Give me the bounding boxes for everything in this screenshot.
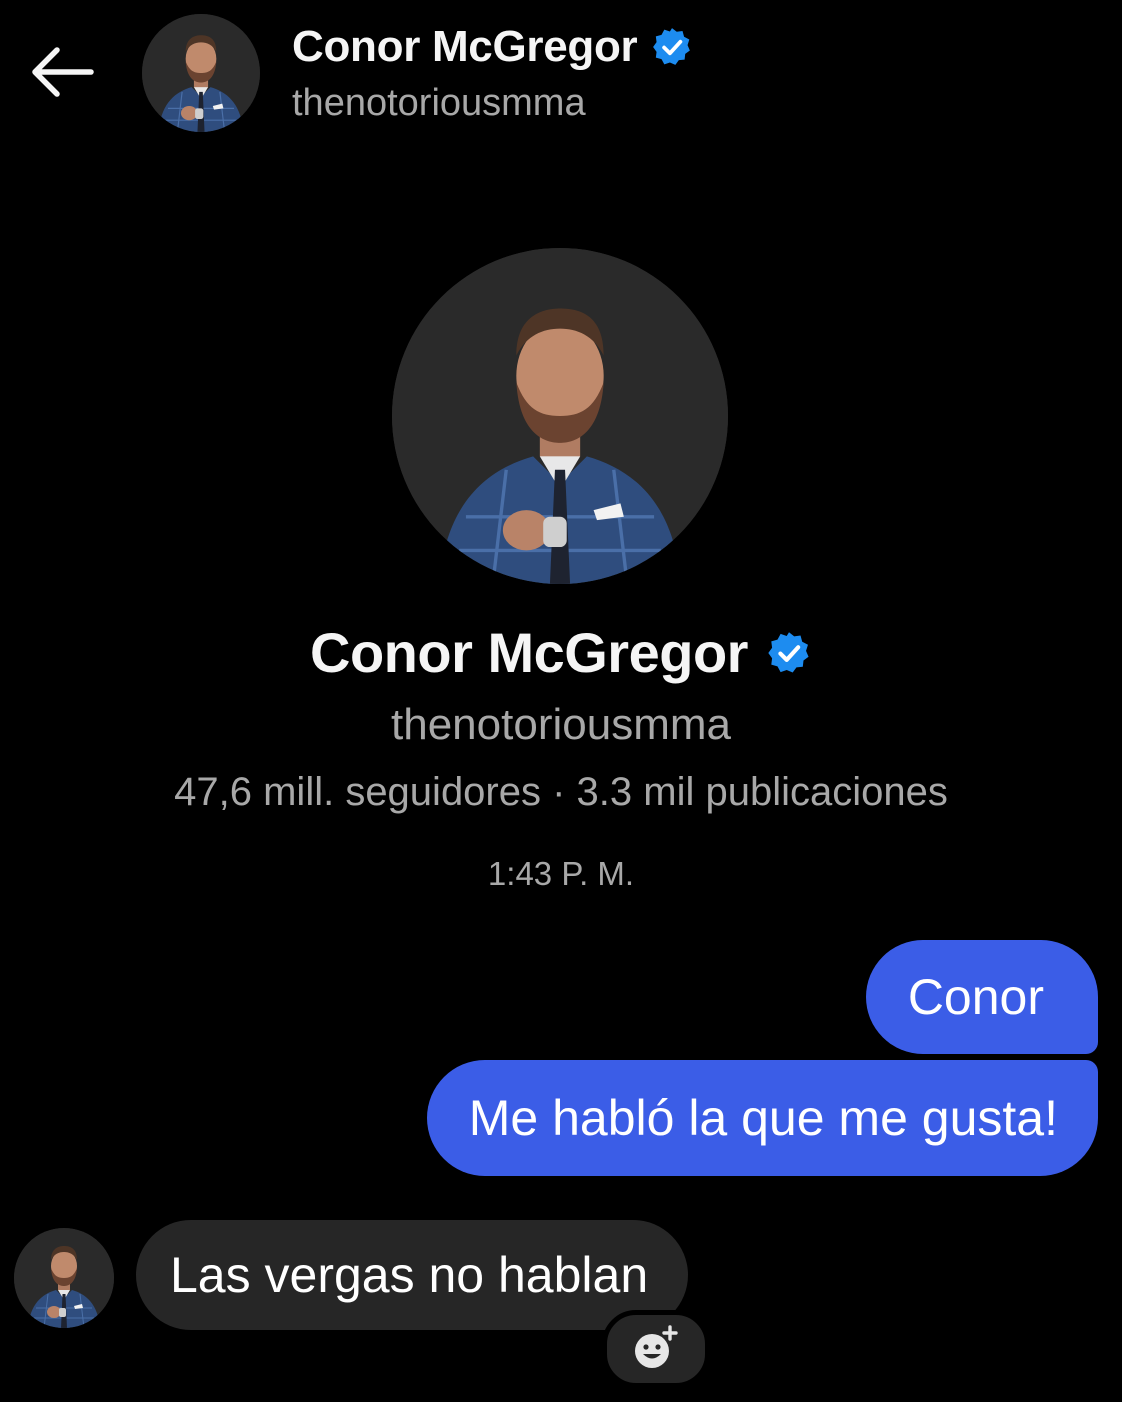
profile-avatar[interactable] [392, 248, 728, 584]
add-reaction-icon [635, 1325, 678, 1368]
message-text: Conor [907, 969, 1044, 1025]
outgoing-message[interactable]: Me habló la que me gusta! [426, 1060, 1098, 1176]
profile-name: Conor McGregor [310, 621, 748, 684]
arrow-left-icon [32, 47, 94, 97]
verified-badge-icon [651, 26, 693, 68]
outgoing-message[interactable]: Conor [865, 940, 1098, 1054]
profile-stats: 47,6 mill. seguidores · 3.3 mil publicac… [174, 770, 948, 814]
message-text: Me habló la que me gusta! [468, 1090, 1058, 1146]
verified-badge-icon [766, 630, 812, 676]
header-username: thenotoriousmma [292, 82, 586, 124]
profile-username: thenotoriousmma [391, 700, 731, 749]
sender-avatar[interactable] [14, 1228, 114, 1328]
chat-header: Conor McGregor thenotoriousmma [0, 0, 1122, 150]
incoming-message[interactable]: Las vergas no hablan [136, 1220, 689, 1330]
back-button[interactable] [22, 38, 102, 106]
message-text: Las vergas no hablan [170, 1247, 649, 1303]
header-avatar[interactable] [142, 14, 260, 132]
message-timestamp: 1:43 P. M. [487, 855, 635, 892]
profile-name-row: Conor McGregor [0, 620, 1122, 685]
header-name-row[interactable]: Conor McGregor [292, 22, 693, 72]
add-reaction-button[interactable] [602, 1310, 710, 1388]
header-contact-name: Conor McGregor [292, 22, 638, 71]
